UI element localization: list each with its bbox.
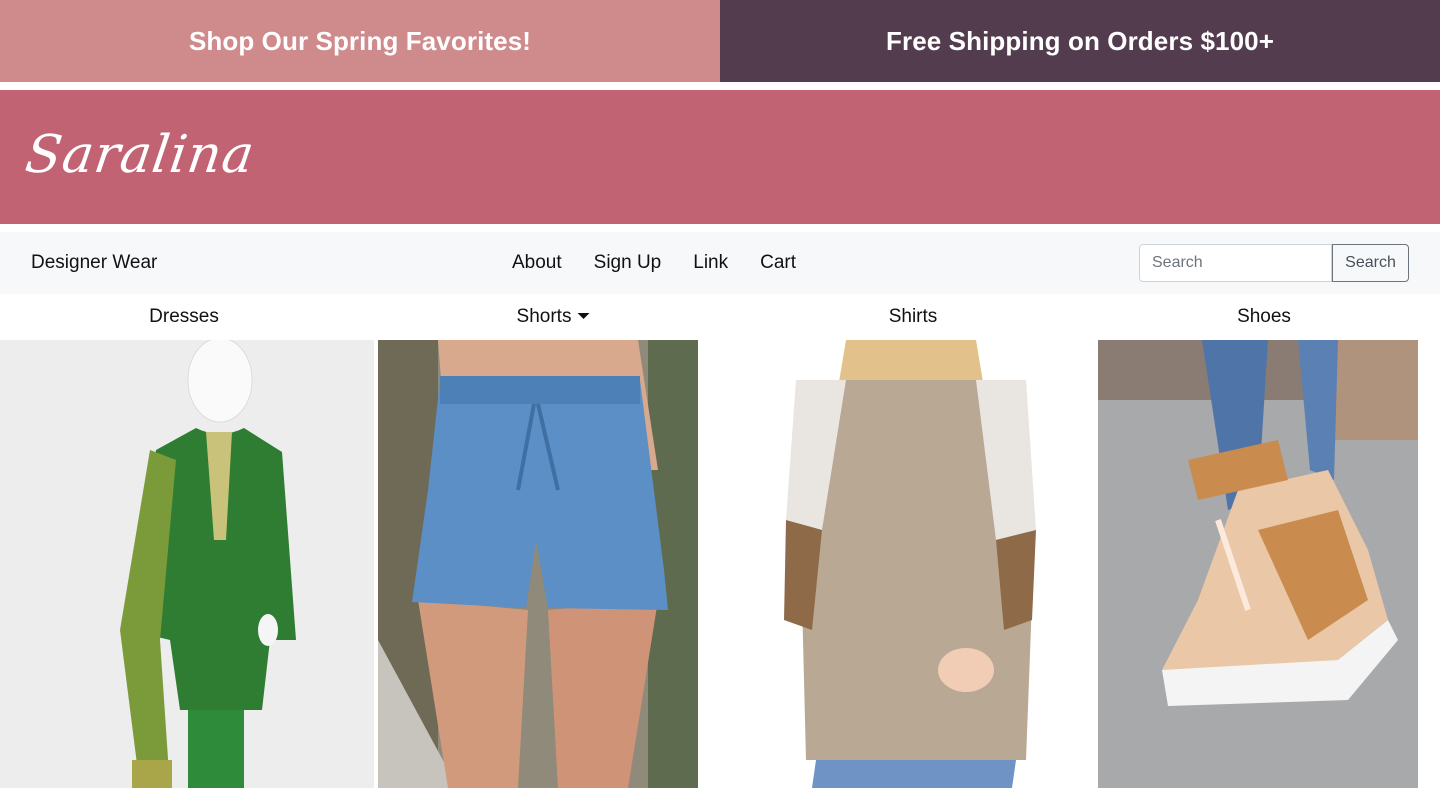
free-shipping-banner[interactable]: Free Shipping on Orders $100+ (720, 0, 1440, 82)
promo-banner: Shop Our Spring Favorites! Free Shipping… (0, 0, 1440, 82)
brand-header: Saralina (0, 90, 1440, 224)
category-shorts-dropdown[interactable]: Shorts (517, 306, 590, 328)
caret-down-icon (577, 313, 590, 319)
dress-product-image[interactable] (0, 340, 374, 788)
search-input[interactable] (1139, 244, 1332, 282)
shorts-product-image[interactable] (378, 340, 698, 788)
nav-links: About Sign Up Link Cart (496, 252, 812, 274)
shoes-illustration (1098, 340, 1418, 788)
navbar: Designer Wear About Sign Up Link Cart Se… (0, 232, 1440, 294)
category-dresses[interactable]: Dresses (149, 306, 219, 328)
shoes-product-image[interactable] (1098, 340, 1418, 788)
category-shirts[interactable]: Shirts (889, 306, 938, 328)
dress-illustration (0, 340, 374, 788)
nav-link-link[interactable]: Link (677, 252, 744, 274)
category-shoes[interactable]: Shoes (1237, 306, 1291, 328)
shorts-illustration (378, 340, 698, 788)
product-gallery (0, 340, 1440, 788)
brand-logo[interactable]: Saralina (22, 125, 259, 185)
category-shorts-label: Shorts (516, 306, 572, 327)
search-form: Search (1139, 244, 1409, 282)
nav-link-sign-up[interactable]: Sign Up (578, 252, 678, 274)
nav-link-about[interactable]: About (496, 252, 578, 274)
spring-favorites-banner[interactable]: Shop Our Spring Favorites! (0, 0, 720, 82)
shirt-illustration (726, 340, 1096, 788)
navbar-brand[interactable]: Designer Wear (31, 252, 157, 274)
category-bar: Dresses Shorts Shirts Shoes (0, 294, 1440, 340)
shirt-product-image[interactable] (726, 340, 1096, 788)
search-button[interactable]: Search (1332, 244, 1409, 282)
nav-link-cart[interactable]: Cart (744, 252, 812, 274)
